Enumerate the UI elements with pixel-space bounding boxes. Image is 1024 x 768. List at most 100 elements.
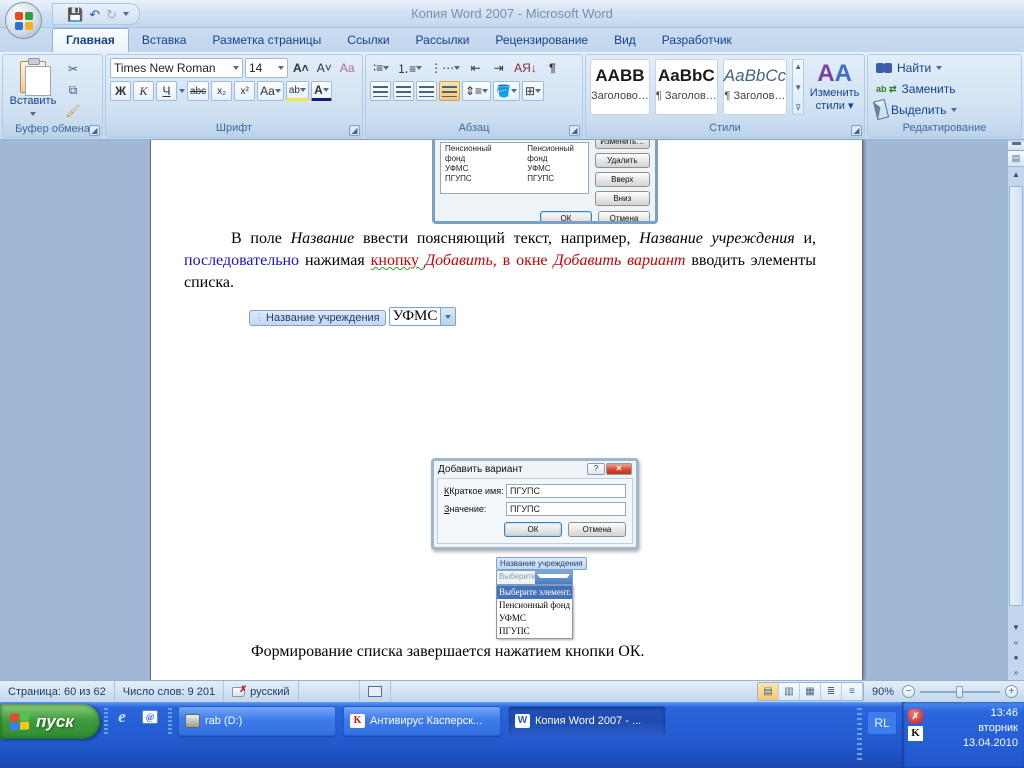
copy-button[interactable]: ⧉ [63,81,83,99]
content-control[interactable]: ⋮ Название учреждения УФМС [249,306,457,326]
tab-insert[interactable]: Вставка [129,29,200,52]
paragraph-dialog-launcher[interactable]: ◢ [569,125,580,136]
group-styles: AABB Заголово… AaBbC ¶ Заголов… AaBbCc ¶… [585,54,865,138]
dialog-up-button: Вверх [594,172,650,187]
tab-mailings[interactable]: Рассылки [403,29,483,52]
subscript-button[interactable]: x₂ [211,81,233,101]
superscript-button[interactable]: x² [234,81,256,101]
style-card-1[interactable]: AABB Заголово… [590,59,650,115]
scrollbar-thumb[interactable] [1009,186,1023,606]
outlook-express-icon[interactable]: @ [140,707,160,727]
clipboard-dialog-launcher[interactable]: ◢ [89,125,100,136]
tab-view[interactable]: Вид [601,29,649,52]
replace-button[interactable]: ab ⇄ Заменить [872,79,959,98]
style-card-2[interactable]: AaBbC ¶ Заголов… [654,59,718,115]
borders-button[interactable]: ⊞ [522,81,545,101]
macro-record-button[interactable] [358,681,391,702]
styles-scrollbar[interactable]: ▲ ▼ ⊽ [792,59,805,115]
format-painter-button[interactable]: 🖌 [63,102,83,120]
draft-view-button[interactable]: ≡ [841,683,863,700]
tab-review[interactable]: Рецензирование [482,29,601,52]
fullscreen-reading-view-button[interactable]: ▥ [778,683,800,700]
paste-button[interactable]: Вставить [7,58,59,120]
document-page[interactable]: Пенсионный фонд УФМС ПГУПС Пенсионный фо… [150,140,863,680]
zoom-in-button[interactable]: + [1005,685,1018,698]
start-button[interactable]: пуск [0,704,100,739]
grow-font-button[interactable]: A˄ [290,58,312,78]
bold-button[interactable]: Ж [110,81,131,101]
multilevel-list-button[interactable]: ⋮⋯ [427,58,463,78]
tab-home[interactable]: Главная [52,28,129,52]
split-handle[interactable] [1008,142,1024,151]
paste-dropdown-icon[interactable] [30,112,36,119]
sort-button[interactable]: АЯ ↓ [511,58,540,78]
select-button[interactable]: Выделить [872,98,961,121]
select-browse-object-icon[interactable]: ● [1008,650,1024,665]
italic-button[interactable]: К [133,81,154,101]
page-indicator[interactable]: Страница: 60 из 62 [0,681,115,702]
font-size-combo[interactable]: 14 [245,58,288,78]
change-styles-button[interactable]: АА Изменить стили ▾ [809,59,860,113]
numbering-button[interactable]: ⒈≡ [394,58,425,78]
tab-developer[interactable]: Разработчик [649,29,745,52]
align-left-button[interactable] [370,81,391,101]
justify-button[interactable] [439,81,460,101]
zoom-out-button[interactable]: − [902,685,915,698]
security-alert-icon[interactable]: ✗ [908,709,923,724]
kaspersky-tray-icon[interactable]: K [908,726,923,741]
styles-dialog-launcher[interactable]: ◢ [851,125,862,136]
browse-previous-icon[interactable]: « [1008,635,1024,650]
bullets-button[interactable]: ∶≡ [370,58,392,78]
change-case-button[interactable]: Aa [257,81,284,101]
web-layout-view-button[interactable]: ▦ [799,683,821,700]
cut-button[interactable]: ✂ [63,60,83,78]
zoom-slider-thumb[interactable] [956,685,963,698]
show-marks-button[interactable]: ¶ [542,58,563,78]
style-card-3[interactable]: AaBbCc ¶ Заголов… [722,59,788,115]
clear-formatting-button[interactable]: Аа [337,58,358,78]
outline-view-button[interactable]: ≣ [820,683,842,700]
find-button[interactable]: Найти [872,58,946,77]
font-color-button[interactable]: А [310,81,332,101]
underline-dropdown-icon[interactable] [179,89,185,96]
ruler-toggle-button[interactable]: ▤ [1008,151,1024,167]
clock[interactable]: 13:46 вторник 13.04.2010 [929,706,1018,768]
print-layout-view-button[interactable]: ▤ [757,683,779,700]
vertical-scrollbar[interactable]: ▤ ▲ ▼ « ● » [1007,140,1024,680]
strikethrough-button[interactable]: abc [187,81,210,101]
taskbar-button-word[interactable]: W Копия Word 2007 - ... [508,706,666,736]
font-dialog-launcher[interactable]: ◢ [349,125,360,136]
tab-references[interactable]: Ссылки [334,29,402,52]
align-center-button[interactable] [393,81,414,101]
line-spacing-button[interactable]: ⇕≡ [462,81,492,101]
tab-page-layout[interactable]: Разметка страницы [199,29,334,52]
content-control-value[interactable]: УФМС [388,307,442,326]
scroll-up-icon[interactable]: ▲ [1008,167,1024,182]
browse-next-icon[interactable]: » [1008,665,1024,680]
language-indicator: русский [250,685,290,698]
shading-button[interactable]: 🪣 [493,81,521,101]
decrease-indent-button[interactable]: ⇤ [465,58,486,78]
dialog-title: Добавить вариант [438,463,523,475]
content-control-dropdown[interactable] [441,307,457,326]
underline-button[interactable]: Ч [156,81,177,101]
proofing-status[interactable]: русский [224,681,299,702]
internet-explorer-icon[interactable]: e [112,707,132,727]
zoom-level[interactable]: 90% [872,686,894,698]
highlight-button[interactable]: ab [285,81,309,101]
taskbar-button-drive[interactable]: rab (D:) [178,706,336,736]
dropdown-field: Выберите элемент. [496,570,573,585]
dropdown-tag: Название учреждения [496,557,587,570]
closing-paragraph: Формирование списка завершается нажатием… [251,643,645,660]
dropdown-item: УФМС [499,613,526,623]
content-control-tag[interactable]: ⋮ Название учреждения [249,309,386,326]
shrink-font-button[interactable]: A˅ [314,58,335,78]
increase-indent-button[interactable]: ⇥ [488,58,509,78]
align-right-button[interactable] [416,81,437,101]
font-family-combo[interactable]: Times New Roman [110,58,243,78]
taskbar-button-kaspersky[interactable]: K Антивирус Касперск... [343,706,501,736]
language-bar[interactable]: RL [868,712,896,734]
scroll-down-icon[interactable]: ▼ [1008,620,1024,635]
office-button[interactable] [5,2,42,39]
word-count[interactable]: Число слов: 9 201 [115,681,225,702]
